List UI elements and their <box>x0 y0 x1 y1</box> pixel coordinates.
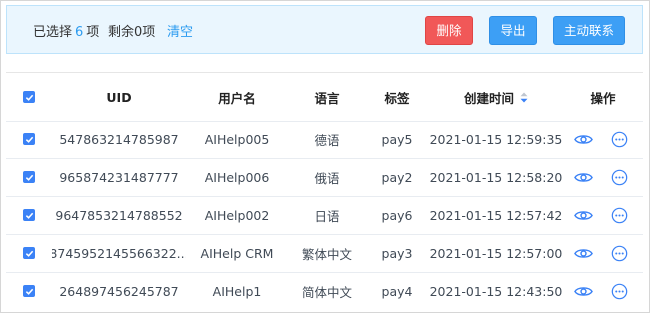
table-row: 965874231487777 AIHelp006 俄语 pay2 2021-01-15… <box>6 158 643 197</box>
more-dots-icon <box>609 205 629 225</box>
view-button[interactable] <box>572 120 594 158</box>
cell-language: 日语 <box>314 208 340 224</box>
cell-tag: pay2 <box>381 169 413 185</box>
header-language[interactable]: 语言 <box>288 73 366 121</box>
table-row: 9647853214788552 AIHelp002 日语 pay6 2021-01-1… <box>6 196 643 235</box>
header-ops: 操作 <box>590 90 616 106</box>
eye-icon <box>573 281 593 301</box>
export-button[interactable]: 导出 <box>489 16 537 45</box>
cell-username: AIHelp006 <box>204 169 270 185</box>
selection-bar: 已选择 6 项 剩余0项 清空 删除 导出 主动联系 <box>6 5 643 54</box>
cell-created: 2021-01-15 12:59:35 <box>429 131 563 147</box>
cell-uid: 8745952145566322... <box>52 245 186 261</box>
sort-icon[interactable] <box>520 92 528 103</box>
row-checkbox[interactable] <box>16 196 42 234</box>
check-icon <box>23 91 35 103</box>
cell-language: 简体中文 <box>301 284 352 300</box>
cell-uid: 547863214785987 <box>59 131 179 147</box>
more-dots-icon <box>609 243 629 263</box>
selection-count: 6 <box>75 25 84 40</box>
table-header: UID 用户名 语言 标签 创建时间 操作 <box>6 72 643 122</box>
cell-tag: pay4 <box>381 283 413 299</box>
more-dots-icon <box>609 281 629 301</box>
check-icon <box>23 247 35 259</box>
check-icon <box>23 285 35 297</box>
view-button[interactable] <box>572 196 594 234</box>
cell-tag: pay3 <box>381 245 413 261</box>
cell-created: 2021-01-15 12:57:42 <box>429 207 563 223</box>
row-checkbox[interactable] <box>16 158 42 196</box>
cell-uid: 965874231487777 <box>59 169 179 185</box>
header-tag[interactable]: 标签 <box>366 73 428 121</box>
cell-tag: pay5 <box>381 131 413 147</box>
selection-summary: 已选择 6 项 <box>33 21 99 40</box>
table-row: 8745952145566322... AIHelp CRM 繁体中文 pay3 202… <box>6 234 643 273</box>
header-created-label: 创建时间 <box>463 90 514 106</box>
more-button[interactable] <box>608 196 630 234</box>
table-row: 547863214785987 AIHelp005 德语 pay5 2021-01-15… <box>6 120 643 159</box>
cell-uid: 264897456245787 <box>59 283 179 299</box>
header-username[interactable]: 用户名 <box>191 73 283 121</box>
cell-username: AIHelp002 <box>204 207 270 223</box>
table-row: 264897456245787 AIHelp1 简体中文 pay4 2021-01-15… <box>6 272 643 310</box>
eye-icon <box>573 205 593 225</box>
selection-prefix: 已选择 <box>33 25 73 40</box>
cell-language: 繁体中文 <box>301 246 352 262</box>
row-checkbox[interactable] <box>16 234 42 272</box>
eye-icon <box>573 167 593 187</box>
more-button[interactable] <box>608 234 630 272</box>
cell-tag: pay6 <box>381 207 413 223</box>
view-button[interactable] <box>572 272 594 310</box>
cell-uid: 9647853214788552 <box>55 207 183 223</box>
cell-language: 德语 <box>314 132 340 148</box>
cell-created: 2021-01-15 12:43:50 <box>429 283 563 299</box>
more-dots-icon <box>609 167 629 187</box>
page-frame: 已选择 6 项 剩余0项 清空 删除 导出 主动联系 UID 用户名 语言 标签 创… <box>0 0 650 313</box>
cell-username: AIHelp1 <box>212 283 262 299</box>
more-button[interactable] <box>608 120 630 158</box>
more-button[interactable] <box>608 158 630 196</box>
selection-suffix: 项 <box>86 25 100 40</box>
cell-created: 2021-01-15 12:58:20 <box>429 169 563 185</box>
delete-button[interactable]: 删除 <box>425 16 473 45</box>
contact-button[interactable]: 主动联系 <box>553 16 625 45</box>
cell-language: 俄语 <box>314 170 340 186</box>
row-checkbox[interactable] <box>16 120 42 158</box>
eye-icon <box>573 129 593 149</box>
eye-icon <box>573 243 593 263</box>
row-checkbox[interactable] <box>16 272 42 310</box>
view-button[interactable] <box>572 234 594 272</box>
check-icon <box>23 171 35 183</box>
check-icon <box>23 209 35 221</box>
check-icon <box>23 133 35 145</box>
more-dots-icon <box>609 129 629 149</box>
select-all-checkbox[interactable] <box>16 73 42 121</box>
view-button[interactable] <box>572 158 594 196</box>
cell-created: 2021-01-15 12:57:00 <box>429 245 563 261</box>
cell-username: AIHelp CRM <box>200 245 274 261</box>
header-created-time[interactable]: 创建时间 <box>428 73 564 121</box>
header-uid[interactable]: UID <box>52 73 186 121</box>
remaining-count: 剩余0项 <box>108 25 156 40</box>
more-button[interactable] <box>608 272 630 310</box>
cell-username: AIHelp005 <box>204 131 270 147</box>
clear-selection-link[interactable]: 清空 <box>167 21 193 40</box>
